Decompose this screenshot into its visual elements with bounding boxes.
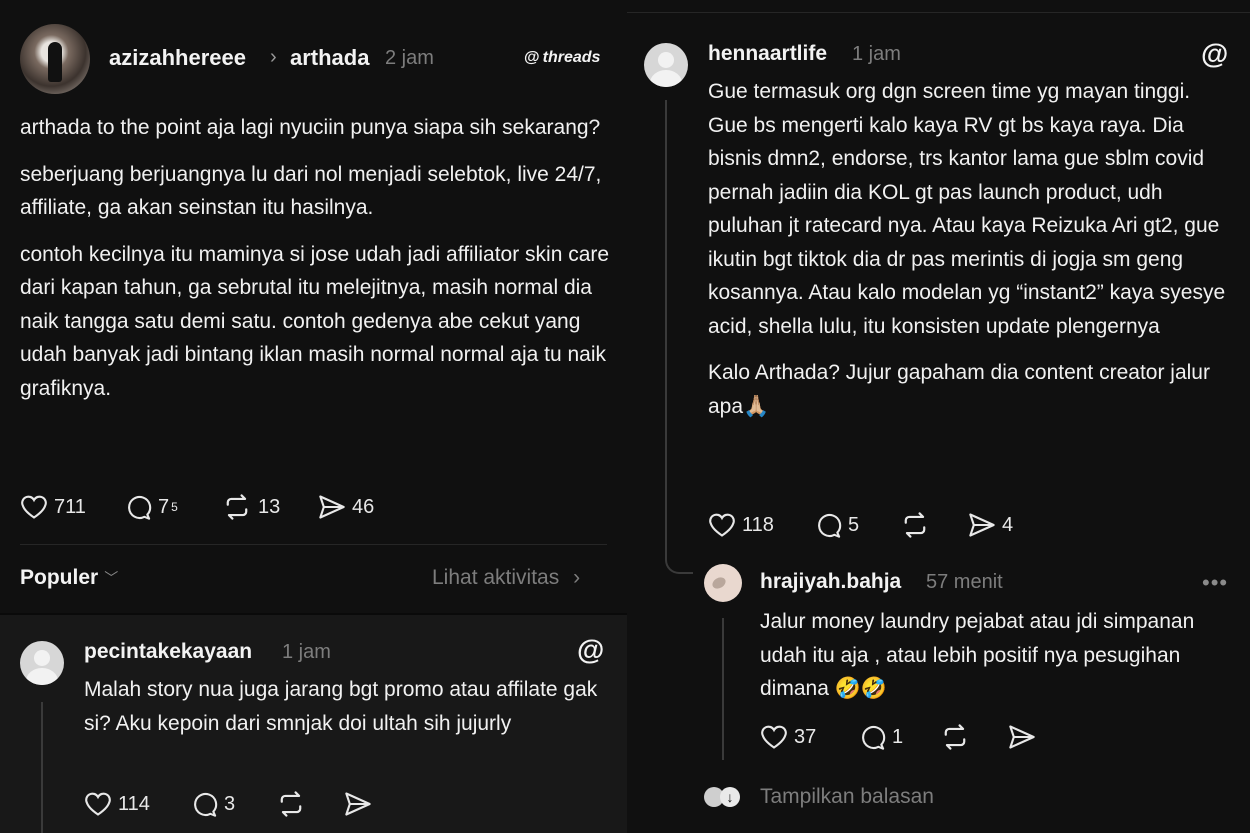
view-activity-label: Lihat aktivitas [432,566,560,589]
share-button[interactable] [344,791,372,817]
share-button[interactable] [1008,724,1036,750]
repost-count: 13 [258,495,281,518]
comment-icon [128,495,152,520]
reply-count: 3 [224,792,236,815]
reply-avatar[interactable] [20,641,64,685]
repost-icon [944,724,966,750]
chevron-right-icon: › [270,46,277,68]
sort-label: Populer [20,566,99,589]
reply-count: 5 [848,513,860,536]
heart-icon [709,513,735,537]
send-icon [969,513,995,537]
repost-icon [904,512,926,538]
threads-logo-icon: @ [1201,38,1229,69]
share-button[interactable]: 4 [968,512,1013,538]
heart-icon [761,725,787,749]
heart-icon [21,495,47,519]
reply-button[interactable]: 5 [814,512,859,538]
reply-author[interactable]: hrajiyah.bahja [760,570,901,594]
chevron-down-icon: ﹀ [104,570,119,586]
more-options-button[interactable]: ••• [1202,570,1228,596]
reply-body: Jalur money laundry pejabat atau jdi sim… [760,610,1195,700]
send-icon [345,792,371,816]
sort-dropdown[interactable]: Populer ﹀ [20,566,118,590]
reply-author[interactable]: pecintakekayaan [84,640,252,664]
show-replies-label: Tampilkan balasan [760,785,934,808]
like-count: 114 [118,792,150,815]
show-replies-button[interactable]: ↓ Tampilkan balasan [704,784,934,810]
send-icon [319,495,345,519]
repost-button[interactable] [940,724,970,750]
replier-avatars: ↓ [704,784,748,810]
reply-button[interactable]: 3 [190,791,235,817]
reply-count: 7 [158,495,170,518]
share-button[interactable]: 46 [318,494,374,520]
reply-count: 1 [892,725,904,748]
heart-icon [85,792,111,816]
reply-avatar[interactable] [644,43,688,87]
chevron-right-icon: › [573,566,581,589]
thread-connector [665,540,693,574]
author-name[interactable]: azizahhereee [109,45,246,71]
author-avatar[interactable] [20,24,90,94]
send-icon [1009,725,1035,749]
view-activity-link[interactable]: Lihat aktivitas › [432,566,580,590]
threads-brand: @ threads [524,49,600,67]
reply-time: 1 jam [282,641,331,663]
reply-button[interactable]: 1 [858,724,903,750]
threads-brand-label: threads [542,49,601,66]
comment-icon [194,792,218,817]
threads-logo-icon: @ [577,634,605,665]
reply-button[interactable]: 75 [124,494,178,520]
reply-avatar[interactable] [704,564,742,602]
share-count: 4 [1002,513,1014,536]
comment-icon [818,513,842,538]
post-paragraph: arthada to the point aja lagi nyuciin pu… [20,116,601,139]
arrow-down-icon: ↓ [720,787,740,807]
divider [20,544,607,545]
like-count: 37 [794,725,817,748]
post-paragraph: contoh kecilnya itu maminya si jose udah… [20,242,610,400]
post-body: arthada to the point aja lagi nyuciin pu… [20,111,610,418]
reply-body: Malah story nua juga jarang bgt promo at… [84,678,598,735]
like-button[interactable]: 711 [20,494,86,520]
reply-author[interactable]: hennaartlife [708,42,827,66]
thread-line [722,618,724,760]
post-time: 2 jam [385,47,434,69]
like-button[interactable]: 114 [84,791,150,817]
thread-line [41,702,43,833]
threads-logo-icon: @ [524,49,540,66]
reply-paragraph: Kalo Arthada? Jujur gapaham dia content … [708,361,1210,418]
like-button[interactable]: 37 [760,724,816,750]
thread-line [665,100,667,542]
like-button[interactable]: 118 [708,512,774,538]
comment-icon [862,725,886,750]
reply-body: Gue termasuk org dgn screen time yg maya… [708,75,1233,436]
repost-button[interactable] [276,791,306,817]
repost-icon [226,494,248,520]
like-count: 118 [742,513,774,536]
share-count: 46 [352,495,375,518]
reply-time: 1 jam [852,43,901,65]
repost-button[interactable] [900,512,930,538]
reply-to-name[interactable]: arthada [290,45,369,71]
divider [627,12,1250,13]
repost-button[interactable]: 13 [222,494,280,520]
reply-count-sup: 5 [171,500,178,514]
repost-icon [280,791,302,817]
reply-paragraph: Gue termasuk org dgn screen time yg maya… [708,80,1226,338]
reply-time: 57 menit [926,571,1003,593]
like-count: 711 [54,495,86,518]
post-paragraph: seberjuang berjuangnya lu dari nol menja… [20,162,602,220]
